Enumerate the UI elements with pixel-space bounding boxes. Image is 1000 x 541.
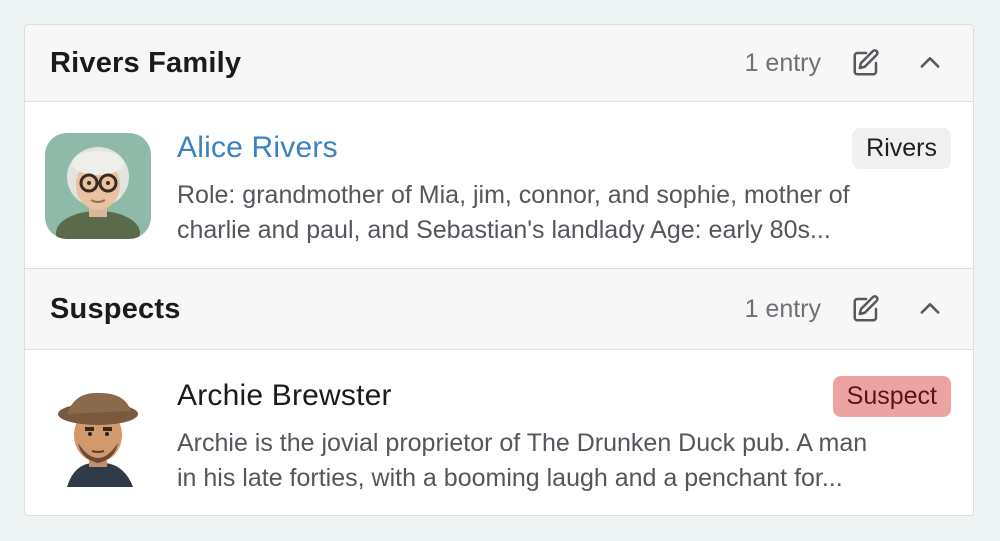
collapse-group-button[interactable] (913, 46, 947, 80)
entry-description-line: charlie and paul, and Sebastian's landla… (177, 216, 831, 244)
entry-count: 1 entry (744, 48, 821, 77)
avatar (45, 133, 151, 239)
edit-group-button[interactable] (849, 46, 883, 80)
entry-tag: Rivers (852, 127, 951, 169)
edit-icon (853, 295, 879, 322)
entry-count: 1 entry (744, 294, 821, 323)
entry-row[interactable]: Archie Brewster Suspect Archie is the jo… (25, 350, 973, 515)
group-header-rivers-family[interactable]: Rivers Family 1 entry (25, 25, 973, 102)
entry-description-line: Role: grandmother of Mia, jim, connor, a… (177, 181, 850, 209)
entry-description: Archie is the jovial proprietor of The D… (177, 426, 937, 496)
entry-name-link[interactable]: Alice Rivers (177, 131, 338, 165)
entries-panel: Rivers Family 1 entry Alice Rivers River… (24, 24, 974, 516)
entry-name[interactable]: Archie Brewster (177, 379, 392, 413)
chevron-up-icon (920, 57, 940, 68)
group-title: Suspects (50, 292, 181, 325)
entry-description: Role: grandmother of Mia, jim, connor, a… (177, 178, 937, 248)
entry-tag: Suspect (832, 375, 951, 417)
entry-description-line: in his late forties, with a booming laug… (177, 464, 843, 492)
entry-description-line: Archie is the jovial proprietor of The D… (177, 429, 868, 457)
entry-row[interactable]: Alice Rivers Rivers Role: grandmother of… (25, 102, 973, 269)
edit-icon (853, 49, 879, 76)
collapse-group-button[interactable] (913, 292, 947, 326)
edit-group-button[interactable] (849, 292, 883, 326)
group-title: Rivers Family (50, 46, 242, 79)
avatar (45, 381, 151, 487)
group-header-suspects[interactable]: Suspects 1 entry (25, 269, 973, 350)
chevron-up-icon (920, 303, 940, 314)
